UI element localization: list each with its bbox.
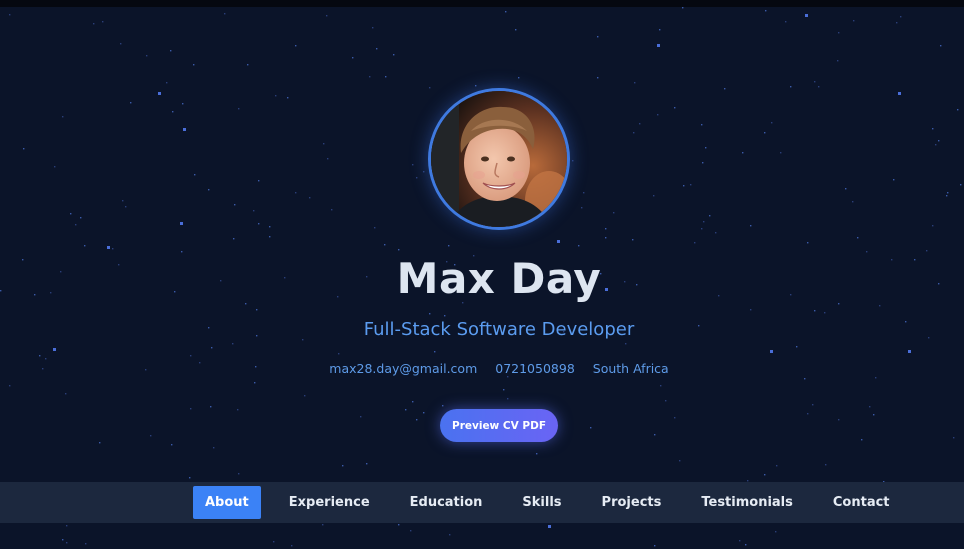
nav-item-skills[interactable]: Skills	[510, 486, 573, 519]
nav-item-education[interactable]: Education	[398, 486, 495, 519]
star-dot	[739, 540, 741, 542]
nav-item-projects[interactable]: Projects	[590, 486, 674, 519]
contact-info: max28.day@gmail.com 0721050898 South Afr…	[0, 361, 964, 376]
star-dot	[66, 525, 68, 527]
phone-link[interactable]: 0721050898	[495, 361, 575, 376]
nav-item-experience[interactable]: Experience	[277, 486, 382, 519]
star-dot	[291, 545, 293, 547]
profile-photo	[428, 88, 570, 230]
star-dot	[745, 544, 747, 546]
page-title: Max Day	[396, 254, 602, 303]
star-dot	[410, 530, 412, 532]
location-text: South Africa	[592, 361, 669, 376]
nav-item-testimonials[interactable]: Testimonials	[689, 486, 805, 519]
star-dot	[66, 542, 68, 544]
nav-item-about[interactable]: About	[193, 486, 261, 519]
star-dot	[449, 534, 451, 536]
star-dot	[548, 525, 551, 528]
star-dot	[398, 524, 400, 526]
job-title: Full-Stack Software Developer	[363, 319, 635, 340]
nav-items: About Experience Education Skills Projec…	[193, 486, 918, 519]
email-link[interactable]: max28.day@gmail.com	[329, 361, 477, 376]
star-dot	[654, 545, 656, 547]
star-dot	[775, 531, 777, 533]
hero-section: Max Day Full-Stack Software Developer ma…	[0, 0, 964, 482]
navigation-bar: About Experience Education Skills Projec…	[0, 482, 964, 523]
nav-item-contact[interactable]: Contact	[821, 486, 902, 519]
profile-photo-icon	[431, 91, 567, 227]
star-dot	[62, 539, 64, 541]
star-dot	[273, 541, 275, 543]
preview-cv-button[interactable]: Preview CV PDF	[440, 409, 558, 442]
page: Max Day Full-Stack Software Developer ma…	[0, 0, 964, 549]
star-dot	[322, 524, 324, 526]
star-dot	[85, 543, 87, 545]
